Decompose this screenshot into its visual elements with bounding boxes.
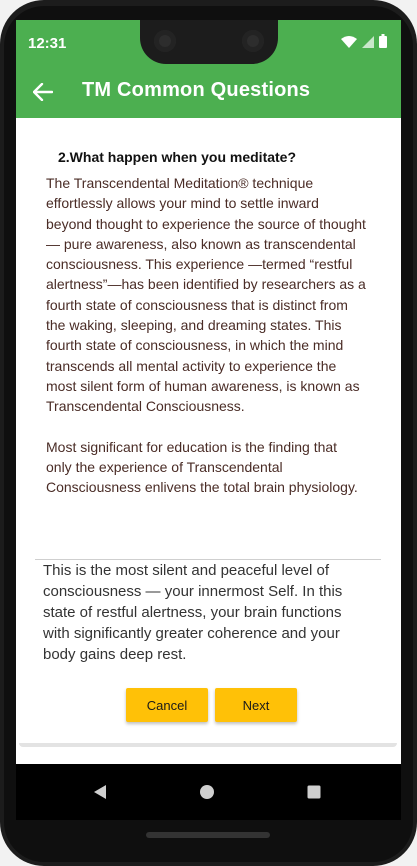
phone-frame: 12:31 TM Common Questions 2.What happen … <box>0 0 417 866</box>
front-sensor-icon <box>242 30 264 52</box>
nav-recent-icon <box>307 785 321 799</box>
wifi-icon <box>341 35 357 53</box>
question-title: 2.What happen when you meditate? <box>58 149 297 165</box>
answer-text: The Transcendental Meditation® technique… <box>46 173 366 517</box>
signal-icon <box>362 35 374 53</box>
nav-home-button[interactable] <box>193 778 221 806</box>
nav-home-icon <box>200 785 214 799</box>
front-camera-icon <box>154 30 176 52</box>
status-time: 12:31 <box>28 35 67 52</box>
status-bar: 12:31 <box>16 20 401 66</box>
arrow-back-icon <box>33 83 53 101</box>
device-screen: 12:31 TM Common Questions 2.What happen … <box>16 20 401 820</box>
card-bottom-edge <box>19 743 397 747</box>
nav-recent-button[interactable] <box>300 778 328 806</box>
nav-back-button[interactable] <box>86 778 114 806</box>
cancel-button[interactable]: Cancel <box>126 688 208 722</box>
battery-icon <box>379 34 387 53</box>
answer-paragraph: The Transcendental Meditation® technique… <box>46 175 366 415</box>
camera-notch <box>140 20 278 64</box>
app-bar: TM Common Questions <box>16 66 401 118</box>
bottom-speaker <box>146 832 270 838</box>
question-card: 2.What happen when you meditate? The Tra… <box>16 118 401 764</box>
status-icons <box>341 34 387 53</box>
extra-text: This is the most silent and peaceful lev… <box>43 562 343 663</box>
page-title: TM Common Questions <box>82 79 311 101</box>
answer-paragraph: Most significant for education is the fi… <box>46 438 358 496</box>
back-button[interactable] <box>28 78 58 106</box>
next-button[interactable]: Next <box>215 688 297 722</box>
nav-back-icon <box>94 785 106 799</box>
system-nav-bar <box>16 764 401 820</box>
